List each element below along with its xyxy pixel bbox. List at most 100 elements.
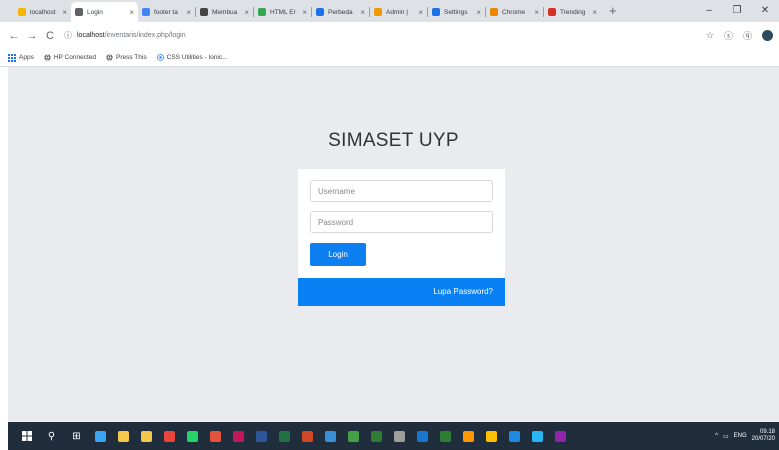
username-input[interactable] <box>310 180 493 202</box>
chevron-up-icon[interactable]: ^ <box>715 433 718 439</box>
bookmark-label: HP Connected <box>53 54 96 61</box>
tab-favicon-icon <box>490 8 498 16</box>
close-tab-icon[interactable]: × <box>129 8 134 17</box>
url-path: /inventaris/index.php/login <box>104 32 186 39</box>
windows-icon[interactable] <box>20 430 33 443</box>
bookmark-apps[interactable]: Apps <box>8 53 34 62</box>
login-button[interactable]: Login <box>310 243 366 266</box>
tab-favicon-icon <box>548 8 556 16</box>
browser-tab[interactable]: Login × <box>71 2 138 22</box>
toolbar-actions: ☆ ⓢ ⓠ <box>706 29 773 42</box>
tab-favicon-icon <box>316 8 324 16</box>
language-indicator[interactable]: ENG <box>734 433 747 439</box>
tab-title: Admin | <box>386 8 408 16</box>
tab-title: Trending <box>560 8 586 16</box>
tab-favicon-icon <box>18 8 26 16</box>
browser-toolbar: ← → C ⓘ localhost/inventaris/index.php/l… <box>0 22 779 49</box>
bookmark-css-utilities[interactable]: CSS Utilities - Ionic... <box>156 54 228 61</box>
reload-button[interactable]: C <box>42 30 58 42</box>
tab-title: localhost <box>30 8 56 16</box>
close-tab-icon[interactable]: × <box>418 8 423 17</box>
windows-taskbar: ⚲ ⊞ ^ ▭ ENG 09.18 20/07/20 <box>8 422 779 450</box>
tab-title: Login <box>87 8 103 16</box>
tab-favicon-icon <box>432 8 440 16</box>
edge-icon[interactable] <box>95 430 106 442</box>
close-tab-icon[interactable]: × <box>62 8 67 17</box>
clock[interactable]: 09.18 20/07/20 <box>752 429 775 443</box>
browser-tab[interactable]: Admin | × <box>370 2 427 22</box>
tab-title: Settings <box>444 8 468 16</box>
app-icon[interactable] <box>394 430 405 442</box>
tab-title: Membua <box>212 8 238 16</box>
battery-icon[interactable]: ▭ <box>723 433 729 440</box>
bookmarks-bar: Apps HP Connected Press This CSS Utiliti… <box>0 49 779 67</box>
ionic-icon <box>156 54 164 61</box>
close-tab-icon[interactable]: × <box>534 8 539 17</box>
app-icon[interactable] <box>371 430 382 442</box>
browser-tab[interactable]: HTML Er × <box>254 2 311 22</box>
app-icon[interactable] <box>463 430 474 442</box>
password-input[interactable] <box>310 211 493 233</box>
tab-favicon-icon <box>75 8 83 16</box>
login-page: SIMASET UYP Login Lupa Password? <box>8 67 779 422</box>
bookmark-hp-connected[interactable]: HP Connected <box>44 54 96 61</box>
forward-button[interactable]: → <box>24 30 40 42</box>
close-tab-icon[interactable]: × <box>186 8 191 17</box>
close-tab-icon[interactable]: × <box>476 8 481 17</box>
bookmark-press-this[interactable]: Press This <box>106 54 147 61</box>
app-icon[interactable] <box>509 430 520 442</box>
browser-tab[interactable]: Perbeda × <box>312 2 369 22</box>
profile-avatar[interactable] <box>762 30 773 41</box>
app-icon[interactable] <box>233 430 244 442</box>
extension-icon[interactable]: ⓠ <box>743 29 752 42</box>
app-icon[interactable] <box>440 430 451 442</box>
apps-grid-icon <box>8 53 16 62</box>
browser-tab[interactable]: Trending × <box>544 2 601 22</box>
close-window-button[interactable]: ✕ <box>751 0 779 22</box>
app-icon[interactable] <box>417 430 428 442</box>
bookmark-label: Apps <box>19 54 34 61</box>
tab-favicon-icon <box>142 8 150 16</box>
file-explorer-icon[interactable] <box>141 430 152 442</box>
extension-icon[interactable]: ⓢ <box>724 29 733 42</box>
app-icon[interactable] <box>325 430 336 442</box>
browser-tab[interactable]: Settings × <box>428 2 485 22</box>
close-tab-icon[interactable]: × <box>244 8 249 17</box>
powerpoint-icon[interactable] <box>302 430 313 442</box>
tab-favicon-icon <box>258 8 266 16</box>
minimize-button[interactable]: – <box>695 0 723 22</box>
app-icon[interactable] <box>555 430 566 442</box>
clock-time: 09.18 <box>759 429 775 435</box>
browser-tab[interactable]: Membua × <box>196 2 253 22</box>
excel-icon[interactable] <box>279 430 290 442</box>
bookmark-star-icon[interactable]: ☆ <box>706 30 714 41</box>
task-view-icon[interactable]: ⊞ <box>70 430 83 443</box>
whatsapp-icon[interactable] <box>187 430 198 442</box>
word-icon[interactable] <box>256 430 267 442</box>
clock-date: 20/07/20 <box>751 436 775 442</box>
tab-title: footer ta <box>154 8 178 16</box>
chrome-icon[interactable] <box>164 430 175 442</box>
close-tab-icon[interactable]: × <box>592 8 597 17</box>
browser-tab[interactable]: localhost × <box>14 2 71 22</box>
app-icon[interactable] <box>210 430 221 442</box>
new-tab-button[interactable]: + <box>601 2 625 22</box>
app-icon[interactable] <box>348 430 359 442</box>
close-tab-icon[interactable]: × <box>360 8 365 17</box>
tab-favicon-icon <box>200 8 208 16</box>
store-icon[interactable] <box>118 430 129 442</box>
address-bar[interactable]: ⓘ localhost/inventaris/index.php/login <box>60 26 698 45</box>
browser-tab[interactable]: footer ta × <box>138 2 195 22</box>
close-tab-icon[interactable]: × <box>302 8 307 17</box>
app-icon[interactable] <box>532 430 543 442</box>
app-icon[interactable] <box>486 430 497 442</box>
maximize-button[interactable]: ❐ <box>723 0 751 22</box>
back-button[interactable]: ← <box>6 30 22 42</box>
browser-tab[interactable]: Chrome × <box>486 2 543 22</box>
search-icon[interactable]: ⚲ <box>45 430 58 443</box>
globe-icon <box>106 54 113 61</box>
info-icon[interactable]: ⓘ <box>64 30 72 41</box>
forgot-password-link[interactable]: Lupa Password? <box>433 287 493 296</box>
window-controls: – ❐ ✕ <box>695 0 779 22</box>
url-host: localhost <box>77 32 105 39</box>
